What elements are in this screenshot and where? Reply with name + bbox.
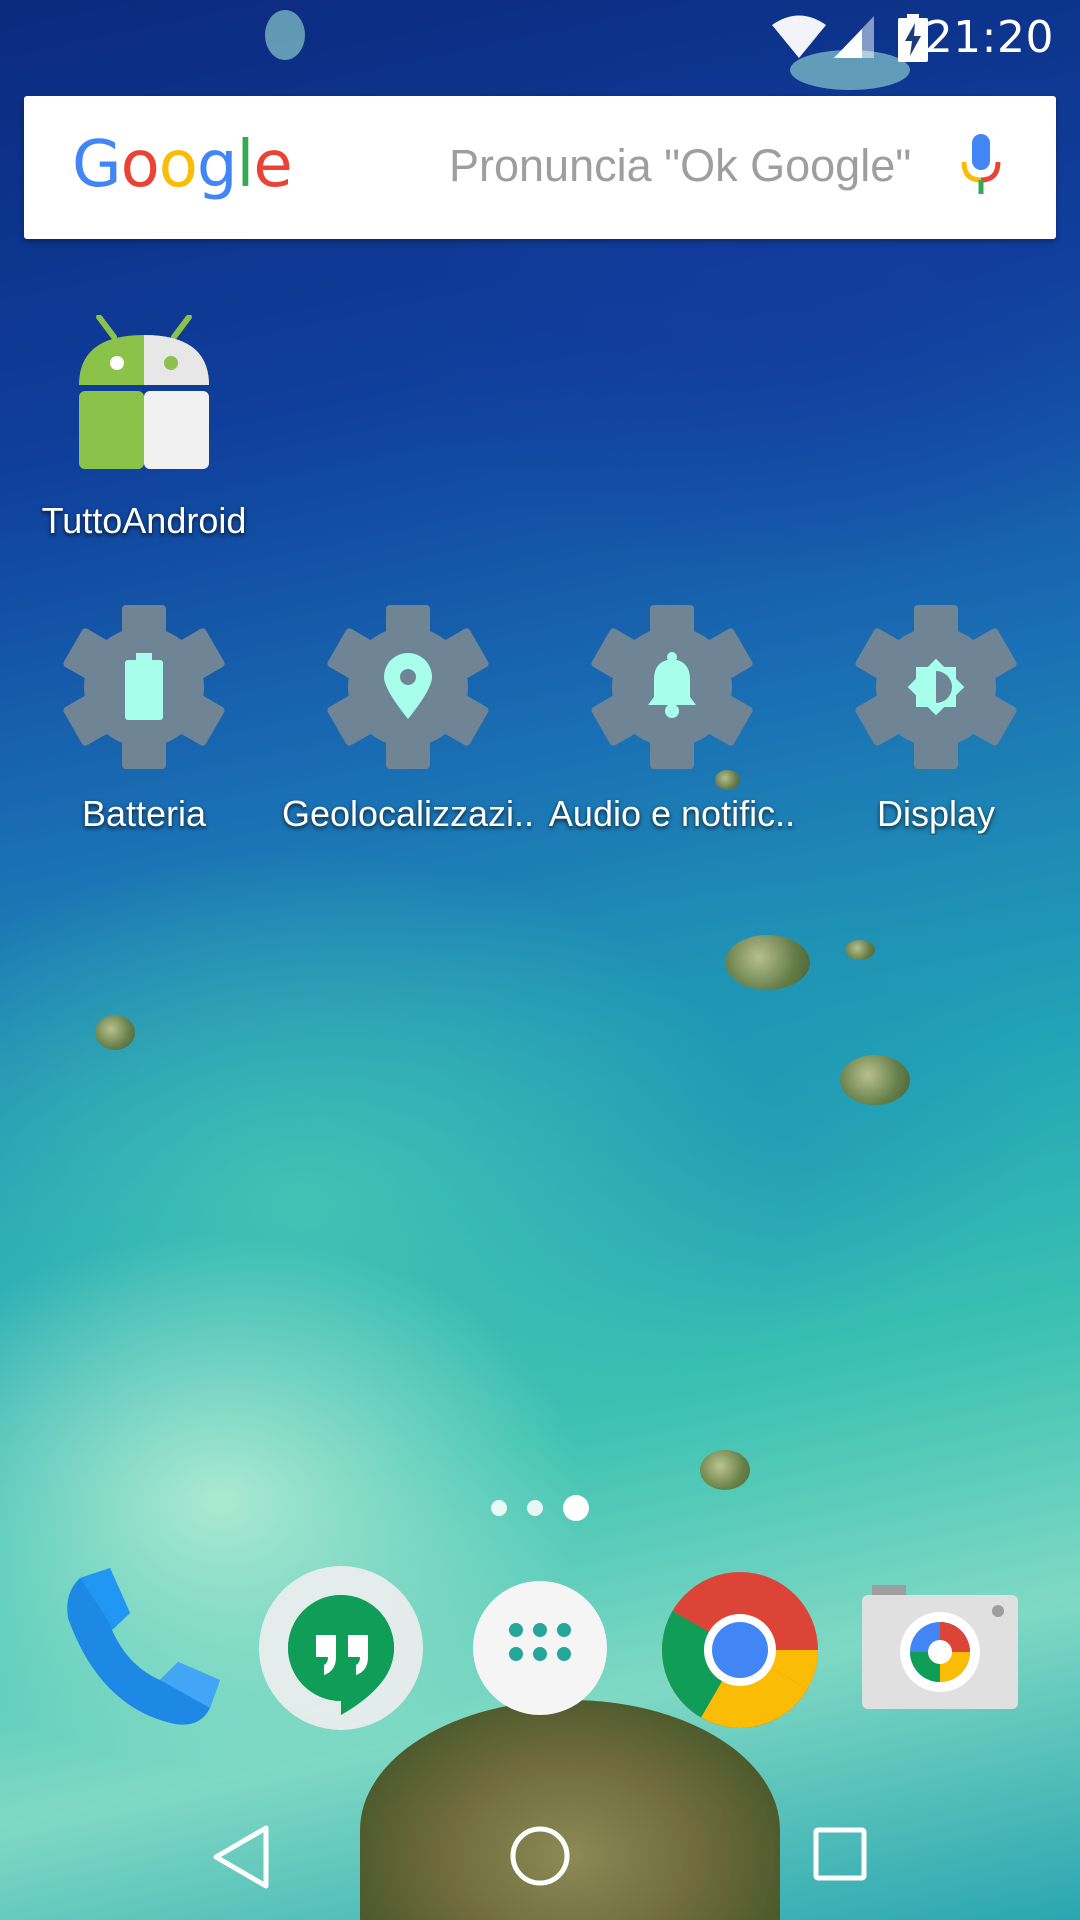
wallpaper-island	[95, 1015, 135, 1050]
shortcut-geolocalizzazione[interactable]: Geolocalizzazi..	[276, 605, 540, 835]
shortcut-label: Geolocalizzazi..	[281, 793, 535, 834]
search-hint: Pronuncia "Ok Google"	[449, 140, 912, 191]
page-dot	[527, 1500, 543, 1516]
chrome-icon[interactable]	[660, 1570, 820, 1730]
page-dot	[490, 1500, 507, 1516]
logo-letter: l	[236, 128, 255, 202]
logo-letter: g	[196, 128, 238, 202]
status-bar: 21:20	[0, 0, 1080, 75]
status-time: 21:20	[924, 12, 1054, 63]
cell-signal-icon	[834, 16, 874, 58]
home-icon[interactable]	[508, 1824, 572, 1888]
wallpaper-island	[725, 935, 810, 990]
mic-icon[interactable]	[958, 134, 1004, 198]
logo-letter: o	[158, 128, 198, 202]
app-tuttoandroid[interactable]: TuttoAndroid	[12, 315, 276, 542]
shortcut-audio-notifiche[interactable]: Audio e notific..	[540, 605, 804, 835]
back-icon[interactable]	[210, 1824, 272, 1890]
location-settings-icon	[327, 605, 489, 769]
app-label: TuttoAndroid	[41, 500, 247, 541]
battery-charging-icon	[898, 14, 928, 62]
shortcut-label: Batteria	[81, 793, 207, 834]
shortcut-batteria[interactable]: Batteria	[12, 605, 276, 835]
wallpaper-island	[700, 1450, 750, 1490]
google-logo: Google	[72, 128, 293, 202]
camera-icon[interactable]	[862, 1585, 1018, 1709]
app-drawer-icon[interactable]	[472, 1580, 608, 1716]
wallpaper-island	[840, 1055, 910, 1105]
bell-settings-icon	[591, 605, 753, 769]
android-icon	[79, 315, 209, 469]
logo-letter: e	[253, 128, 292, 202]
page-indicator	[0, 1495, 1080, 1521]
shortcut-display[interactable]: Display	[804, 605, 1068, 835]
logo-letter: o	[120, 128, 160, 202]
wallpaper-island	[845, 940, 875, 960]
home-screen: 21:20 Google Pronuncia "Ok Google" Tutto…	[0, 0, 1080, 1920]
battery-settings-icon	[63, 605, 225, 769]
shortcut-label: Audio e notific..	[548, 793, 796, 834]
navigation-bar	[0, 1800, 1080, 1920]
recents-icon[interactable]	[812, 1826, 868, 1882]
shortcut-label: Display	[876, 793, 996, 834]
hangouts-icon[interactable]	[258, 1565, 424, 1731]
logo-letter: G	[72, 128, 122, 202]
brightness-settings-icon	[855, 605, 1017, 769]
wifi-icon	[772, 15, 826, 58]
page-dot-active	[563, 1495, 590, 1521]
phone-icon[interactable]	[60, 1568, 220, 1728]
google-search-bar[interactable]: Google Pronuncia "Ok Google"	[24, 96, 1056, 239]
